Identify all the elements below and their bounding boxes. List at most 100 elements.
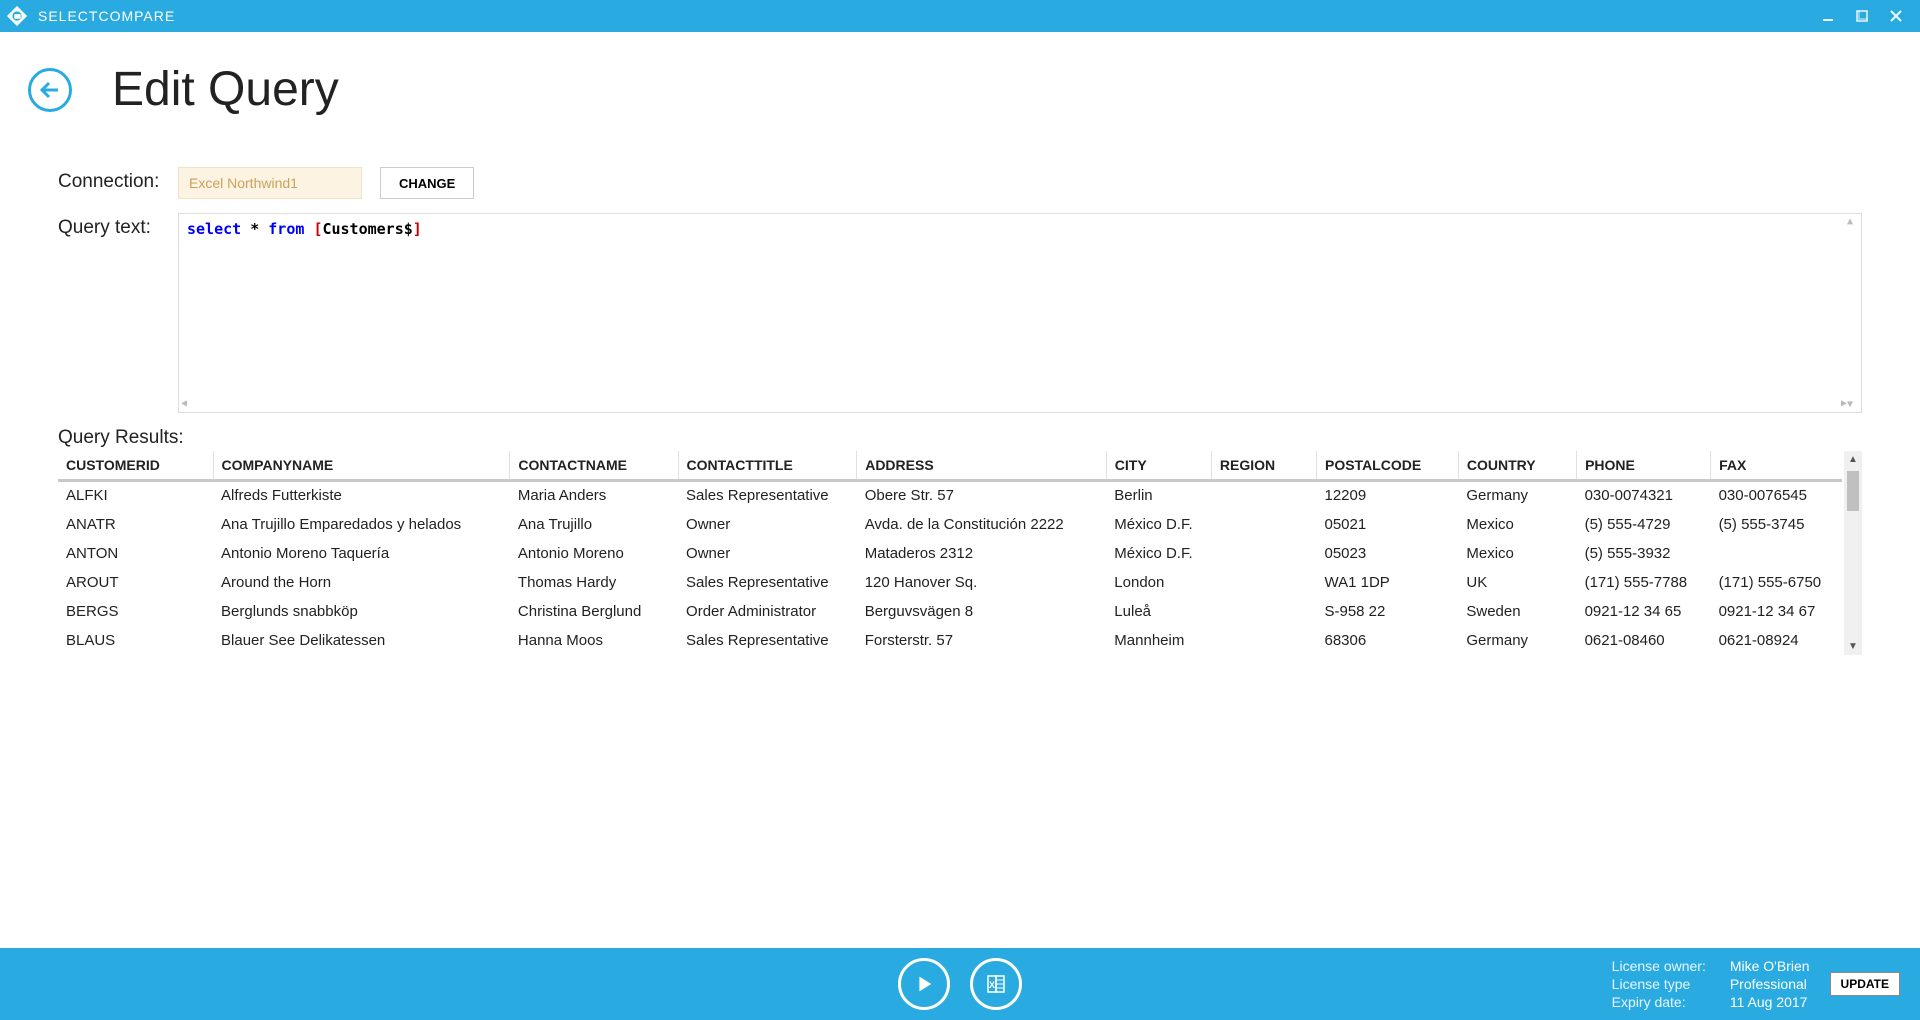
table-cell: 030-0074321 [1577, 481, 1711, 510]
column-header[interactable]: REGION [1211, 451, 1316, 481]
license-owner-value: Mike O'Brien [1730, 958, 1810, 974]
table-row[interactable]: AROUTAround the HornThomas HardySales Re… [58, 568, 1842, 597]
page-header: Edit Query [0, 32, 1920, 127]
column-header[interactable]: CONTACTNAME [510, 451, 678, 481]
table-row[interactable]: ALFKIAlfreds FutterkisteMaria AndersSale… [58, 481, 1842, 510]
column-header[interactable]: COUNTRY [1458, 451, 1576, 481]
table-cell: (5) 555-3745 [1711, 510, 1842, 539]
editor-vscroll[interactable]: ▲▼ [1847, 216, 1859, 410]
maximize-button[interactable] [1854, 8, 1870, 24]
export-excel-button[interactable]: X [970, 958, 1022, 1010]
table-cell: WA1 1DP [1316, 568, 1458, 597]
page-title: Edit Query [112, 62, 339, 117]
column-header[interactable]: CITY [1106, 451, 1211, 481]
results-vscroll[interactable]: ▲ ▼ [1844, 451, 1862, 655]
table-cell: Avda. de la Constitución 2222 [857, 510, 1107, 539]
table-cell: Ana Trujillo [510, 510, 678, 539]
table-cell: Obere Str. 57 [857, 481, 1107, 510]
table-cell: Mataderos 2312 [857, 539, 1107, 568]
table-cell: Owner [678, 510, 857, 539]
column-header[interactable]: CUSTOMERID [58, 451, 213, 481]
table-cell: ANTON [58, 539, 213, 568]
table-cell: Sales Representative [678, 626, 857, 655]
connection-value: Excel Northwind1 [189, 175, 298, 191]
results-label: Query Results: [58, 427, 1862, 449]
table-cell: Thomas Hardy [510, 568, 678, 597]
table-cell: BLAUS [58, 626, 213, 655]
table-cell: (171) 555-6750 [1711, 568, 1842, 597]
table-row[interactable]: BLAUSBlauer See DelikatessenHanna MoosSa… [58, 626, 1842, 655]
results-table: CUSTOMERIDCOMPANYNAMECONTACTNAMECONTACTT… [58, 451, 1842, 655]
back-button[interactable] [28, 68, 72, 112]
table-cell: Sales Representative [678, 481, 857, 510]
table-row[interactable]: BERGSBerglunds snabbköpChristina Berglun… [58, 597, 1842, 626]
table-cell: Mannheim [1106, 626, 1211, 655]
sql-keyword: from [268, 220, 304, 238]
license-type-value: Professional [1730, 976, 1810, 992]
table-cell: 030-0076545 [1711, 481, 1842, 510]
footer: X License owner: Mike O'Brien License ty… [0, 948, 1920, 1020]
table-cell: 0921-12 34 65 [1577, 597, 1711, 626]
table-cell [1211, 597, 1316, 626]
license-owner-label: License owner: [1612, 958, 1706, 974]
table-cell: Blauer See Delikatessen [213, 626, 510, 655]
table-cell: Antonio Moreno Taquería [213, 539, 510, 568]
column-header[interactable]: COMPANYNAME [213, 451, 510, 481]
expiry-date-label: Expiry date: [1612, 994, 1706, 1010]
table-cell: Ana Trujillo Emparedados y helados [213, 510, 510, 539]
column-header[interactable]: CONTACTTITLE [678, 451, 857, 481]
table-cell: Berguvsvägen 8 [857, 597, 1107, 626]
table-cell: Forsterstr. 57 [857, 626, 1107, 655]
table-cell: 05021 [1316, 510, 1458, 539]
table-cell: Order Administrator [678, 597, 857, 626]
table-cell: Christina Berglund [510, 597, 678, 626]
table-cell: (171) 555-7788 [1577, 568, 1711, 597]
table-cell [1211, 481, 1316, 510]
table-cell: UK [1458, 568, 1576, 597]
table-cell: AROUT [58, 568, 213, 597]
table-cell: 120 Hanover Sq. [857, 568, 1107, 597]
column-header[interactable]: PHONE [1577, 451, 1711, 481]
app-logo-icon [4, 3, 30, 29]
table-cell: London [1106, 568, 1211, 597]
table-cell [1711, 539, 1842, 568]
table-cell: Germany [1458, 481, 1576, 510]
column-header[interactable]: FAX [1711, 451, 1842, 481]
table-cell: (5) 555-3932 [1577, 539, 1711, 568]
run-button[interactable] [898, 958, 950, 1010]
table-row[interactable]: ANATRAna Trujillo Emparedados y heladosA… [58, 510, 1842, 539]
table-cell: Berglunds snabbköp [213, 597, 510, 626]
table-cell: Maria Anders [510, 481, 678, 510]
minimize-button[interactable] [1820, 8, 1836, 24]
update-button[interactable]: UPDATE [1830, 972, 1900, 996]
table-cell: Sales Representative [678, 568, 857, 597]
app-title: SELECTCOMPARE [38, 8, 175, 24]
table-cell: México D.F. [1106, 539, 1211, 568]
table-cell: Sweden [1458, 597, 1576, 626]
connection-label: Connection: [58, 167, 178, 193]
sql-keyword: select [187, 220, 241, 238]
table-cell: Owner [678, 539, 857, 568]
change-button[interactable]: CHANGE [380, 167, 474, 199]
query-editor[interactable]: select * from [Customers$] ▲▼ ◀▶ [178, 213, 1862, 413]
license-type-label: License type [1612, 976, 1706, 992]
table-cell: 12209 [1316, 481, 1458, 510]
table-cell: BERGS [58, 597, 213, 626]
editor-hscroll[interactable]: ◀▶ [181, 398, 1847, 410]
close-button[interactable] [1888, 8, 1904, 24]
table-cell: México D.F. [1106, 510, 1211, 539]
table-cell: 0921-12 34 67 [1711, 597, 1842, 626]
table-row[interactable]: ANTONAntonio Moreno TaqueríaAntonio More… [58, 539, 1842, 568]
connection-field[interactable]: Excel Northwind1 [178, 167, 362, 199]
table-cell [1211, 626, 1316, 655]
table-cell: Alfreds Futterkiste [213, 481, 510, 510]
table-cell: Berlin [1106, 481, 1211, 510]
table-cell: Luleå [1106, 597, 1211, 626]
table-cell: Antonio Moreno [510, 539, 678, 568]
column-header[interactable]: POSTALCODE [1316, 451, 1458, 481]
table-cell: Germany [1458, 626, 1576, 655]
column-header[interactable]: ADDRESS [857, 451, 1107, 481]
table-cell [1211, 539, 1316, 568]
table-cell: ALFKI [58, 481, 213, 510]
titlebar: SELECTCOMPARE [0, 0, 1920, 32]
